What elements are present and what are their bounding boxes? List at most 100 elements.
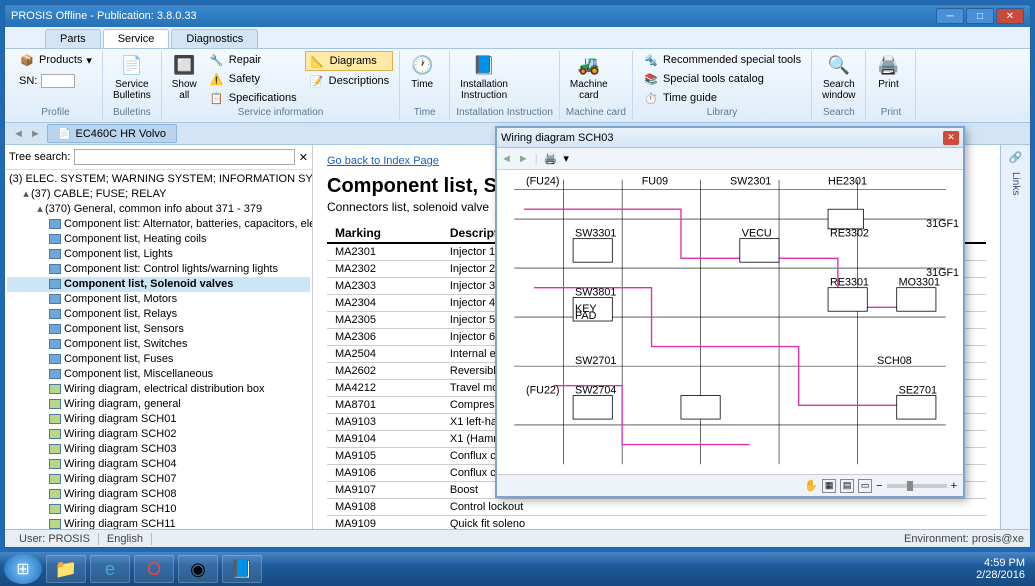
tree-cable[interactable]: ▴(37) CABLE; FUSE; RELAY bbox=[7, 187, 310, 202]
tree-root[interactable]: (3) ELEC. SYSTEM; WARNING SYSTEM; INFORM… bbox=[7, 172, 310, 187]
status-env: Environment: prosis@xe bbox=[904, 533, 1024, 545]
specifications-button[interactable]: 📋Specifications bbox=[205, 89, 301, 107]
tree-item[interactable]: Wiring diagram SCH10 bbox=[7, 502, 310, 517]
tree-item[interactable]: Component list, Motors bbox=[7, 292, 310, 307]
view3-icon[interactable]: ▭ bbox=[858, 479, 872, 493]
hand-tool-icon[interactable]: ✋ bbox=[804, 479, 818, 492]
recommended-tools-button[interactable]: 🔩Recommended special tools bbox=[639, 51, 805, 69]
svg-text:SW2301: SW2301 bbox=[730, 176, 771, 188]
svg-text:SCH08: SCH08 bbox=[877, 355, 912, 367]
tree-item[interactable]: Component list, Fuses bbox=[7, 352, 310, 367]
start-button[interactable]: ⊞ bbox=[4, 554, 42, 584]
svg-text:31GF1: 31GF1 bbox=[926, 218, 959, 230]
nav-fwd-icon[interactable]: ► bbox=[518, 153, 529, 165]
zoom-slider[interactable] bbox=[887, 484, 947, 488]
tree-item[interactable]: Component list: Control lights/warning l… bbox=[7, 262, 310, 277]
tree-item[interactable]: Wiring diagram SCH02 bbox=[7, 427, 310, 442]
tree-item[interactable]: Wiring diagram SCH07 bbox=[7, 472, 310, 487]
descriptions-button[interactable]: 📝Descriptions bbox=[305, 72, 394, 90]
wiring-diagram[interactable]: (FU24)FU09SW2301HE2301 SW3301VECURE3302 … bbox=[497, 170, 963, 474]
close-button[interactable]: ✕ bbox=[996, 8, 1024, 24]
tree-item[interactable]: Wiring diagram SCH04 bbox=[7, 457, 310, 472]
tree-item[interactable]: Wiring diagram SCH08 bbox=[7, 487, 310, 502]
tree-pane: Tree search: ✕ (3) ELEC. SYSTEM; WARNING… bbox=[5, 145, 313, 547]
nav-back-icon[interactable]: ◄ bbox=[501, 153, 512, 165]
taskbar-explorer[interactable]: 📁 bbox=[46, 555, 86, 583]
service-bulletins-button[interactable]: 📄Service Bulletins bbox=[109, 51, 155, 103]
forward-icon[interactable]: ► bbox=[30, 128, 41, 140]
print-icon[interactable]: 🖨️ bbox=[544, 152, 558, 165]
tools-catalog-button[interactable]: 📚Special tools catalog bbox=[639, 70, 805, 88]
go-back-link[interactable]: Go back to Index Page bbox=[327, 155, 439, 167]
diagram-close-button[interactable]: ✕ bbox=[943, 131, 959, 145]
titlebar[interactable]: PROSIS Offline - Publication: 3.8.0.33 ─… bbox=[5, 5, 1030, 27]
time-button[interactable]: 🕐Time bbox=[406, 51, 438, 92]
tree-general[interactable]: ▴(370) General, common info about 371 - … bbox=[7, 202, 310, 217]
wiring-diagram-window[interactable]: Wiring diagram SCH03 ✕ ◄ ► | 🖨️ ▾ bbox=[495, 126, 965, 498]
links-tab[interactable]: Links bbox=[1010, 172, 1021, 195]
minimize-button[interactable]: ─ bbox=[936, 8, 964, 24]
taskbar-ie[interactable]: e bbox=[90, 555, 130, 583]
system-tray[interactable]: 4:59 PM 2/28/2016 bbox=[976, 557, 1031, 581]
tab-parts[interactable]: Parts bbox=[45, 29, 101, 48]
tree-item[interactable]: Component list, Lights bbox=[7, 247, 310, 262]
zoom-in-icon[interactable]: + bbox=[951, 480, 957, 492]
svg-text:SW2701: SW2701 bbox=[575, 355, 616, 367]
diagram-toolbar: ◄ ► | 🖨️ ▾ bbox=[497, 148, 963, 170]
diagram-footer: ✋ ▦ ▤ ▭ − + bbox=[497, 474, 963, 496]
document-icon: 📄 bbox=[58, 127, 72, 140]
search-window-button[interactable]: 🔍Search window bbox=[818, 51, 859, 103]
svg-text:RE3302: RE3302 bbox=[830, 228, 869, 240]
tree-item[interactable]: Wiring diagram, electrical distribution … bbox=[7, 382, 310, 397]
tab-service[interactable]: Service bbox=[103, 29, 170, 48]
document-tab[interactable]: 📄EC460C HR Volvo bbox=[47, 124, 177, 143]
clear-search-icon[interactable]: ✕ bbox=[299, 151, 308, 164]
taskbar-opera[interactable]: O bbox=[134, 555, 174, 583]
view1-icon[interactable]: ▦ bbox=[822, 479, 836, 493]
col-marking: Marking bbox=[327, 224, 442, 243]
tab-diagnostics[interactable]: Diagnostics bbox=[171, 29, 258, 48]
tree-item[interactable]: Component list, Solenoid valves bbox=[7, 277, 310, 292]
maximize-button[interactable]: □ bbox=[966, 8, 994, 24]
right-sidebar: 🔗 Links bbox=[1000, 145, 1030, 547]
print-button[interactable]: 🖨️Print bbox=[872, 51, 904, 92]
tree-item[interactable]: Wiring diagram SCH03 bbox=[7, 442, 310, 457]
tree-item[interactable]: Component list, Relays bbox=[7, 307, 310, 322]
svg-text:(FU24): (FU24) bbox=[526, 176, 560, 188]
taskbar-chrome[interactable]: ◉ bbox=[178, 555, 218, 583]
tree-item[interactable]: Wiring diagram SCH01 bbox=[7, 412, 310, 427]
tree-item[interactable]: Component list, Heating coils bbox=[7, 232, 310, 247]
sn-input[interactable] bbox=[41, 74, 75, 88]
back-icon[interactable]: ◄ bbox=[13, 128, 24, 140]
svg-text:RE3301: RE3301 bbox=[830, 277, 869, 289]
status-lang: English bbox=[99, 533, 152, 545]
tree-item[interactable]: Wiring diagram, general bbox=[7, 397, 310, 412]
tree-search-input[interactable] bbox=[74, 149, 294, 165]
options-icon[interactable]: ▾ bbox=[563, 152, 569, 165]
taskbar: ⊞ 📁 e O ◉ 📘 4:59 PM 2/28/2016 bbox=[0, 552, 1035, 586]
table-row: MA9108Control lockout bbox=[327, 499, 986, 516]
products-dropdown[interactable]: 📦Products ▾ bbox=[15, 51, 96, 69]
svg-text:(FU22): (FU22) bbox=[526, 385, 560, 397]
tree-item[interactable]: Component list, Sensors bbox=[7, 322, 310, 337]
tree-item[interactable]: Component list, Switches bbox=[7, 337, 310, 352]
safety-button[interactable]: ⚠️Safety bbox=[205, 70, 301, 88]
view2-icon[interactable]: ▤ bbox=[840, 479, 854, 493]
svg-text:PAD: PAD bbox=[575, 310, 597, 322]
tree-view[interactable]: (3) ELEC. SYSTEM; WARNING SYSTEM; INFORM… bbox=[5, 170, 312, 547]
diagrams-button[interactable]: 📐Diagrams bbox=[305, 51, 394, 71]
time-guide-button[interactable]: ⏱️Time guide bbox=[639, 89, 805, 107]
installation-instruction-button[interactable]: 📘Installation Instruction bbox=[456, 51, 512, 103]
repair-button[interactable]: 🔧Repair bbox=[205, 51, 301, 69]
zoom-out-icon[interactable]: − bbox=[876, 480, 882, 492]
diagram-titlebar[interactable]: Wiring diagram SCH03 ✕ bbox=[497, 128, 963, 148]
tree-item[interactable]: Component list, Miscellaneous bbox=[7, 367, 310, 382]
machine-card-button[interactable]: 🚜Machine card bbox=[566, 51, 612, 103]
svg-text:FU09: FU09 bbox=[642, 176, 668, 188]
tree-item[interactable]: Component list: Alternator, batteries, c… bbox=[7, 217, 310, 232]
links-icon[interactable]: 🔗 bbox=[1009, 151, 1023, 164]
tray-time: 4:59 PM bbox=[976, 557, 1025, 569]
taskbar-app[interactable]: 📘 bbox=[222, 555, 262, 583]
sn-field[interactable]: SN: bbox=[15, 73, 79, 89]
show-all-button[interactable]: 🔲Show all bbox=[168, 51, 201, 103]
